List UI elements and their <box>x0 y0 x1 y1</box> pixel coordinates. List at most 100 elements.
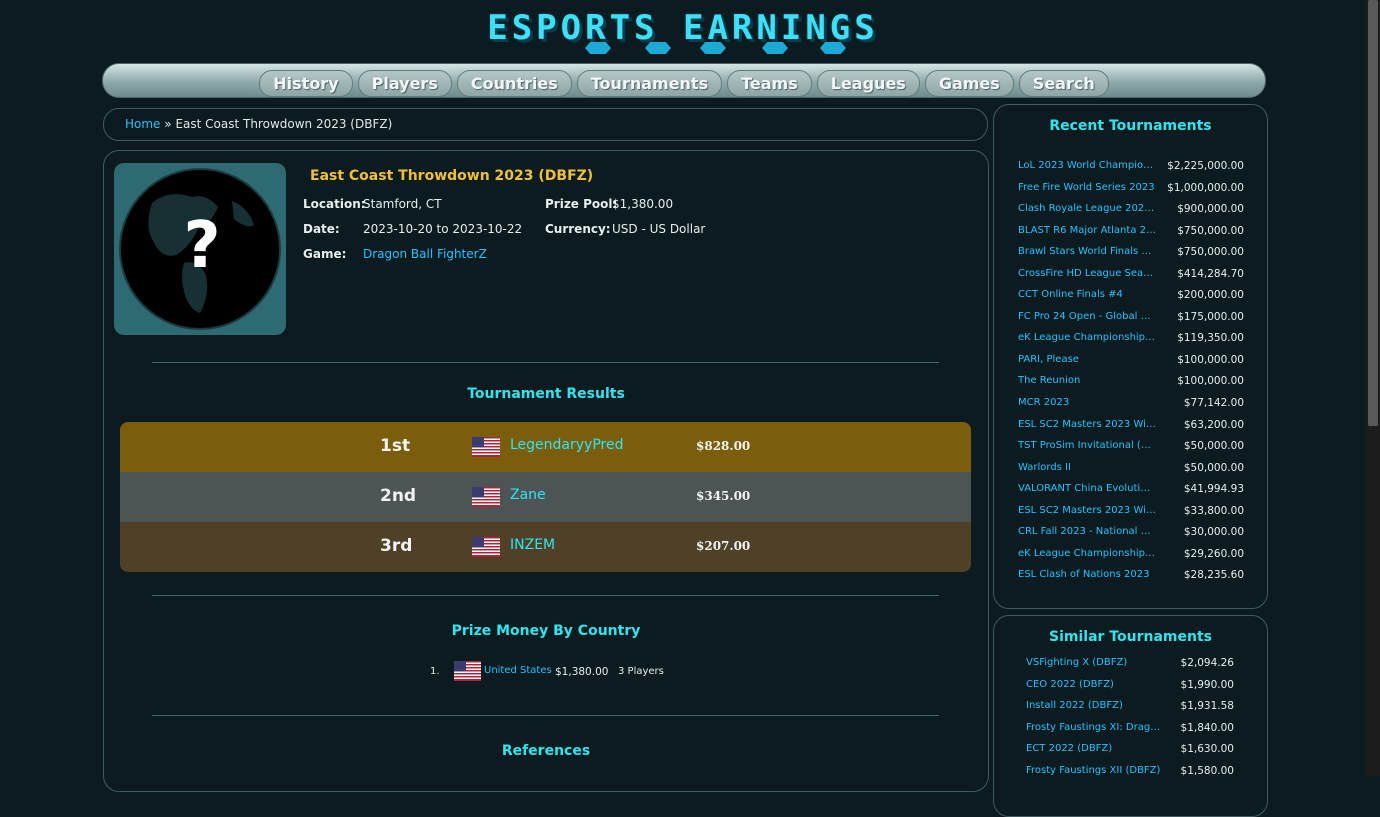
tournament-link[interactable]: VSFighting X (DBFZ) <box>1026 657 1162 668</box>
result-prize: $345.00 <box>696 489 751 503</box>
svg-text:?: ? <box>183 209 220 283</box>
nav-history-button[interactable]: History <box>259 70 353 97</box>
nav-search-button[interactable]: Search <box>1018 70 1109 97</box>
tournament-prize: $2,094.26 <box>1180 657 1234 669</box>
recent-tournament-row: VALORANT China Evolution S... $41,994.93 <box>1018 480 1244 502</box>
nav-tournaments-button[interactable]: Tournaments <box>576 70 723 97</box>
game-label: Game: <box>303 247 347 261</box>
tournament-link[interactable]: CEO 2022 (DBFZ) <box>1026 679 1162 690</box>
date-label: Date: <box>303 222 340 236</box>
nav-teams-button[interactable]: Teams <box>727 70 812 97</box>
references-title: References <box>501 743 591 759</box>
result-player-link[interactable]: Zane <box>510 487 546 503</box>
nav-players-button[interactable]: Players <box>357 70 452 97</box>
recent-tournament-row: PARI, Please $100,000.00 <box>1018 351 1244 373</box>
logo-hex-decoration <box>585 42 611 54</box>
tournament-link[interactable]: Frosty Faustings XI: Dragon ... <box>1026 722 1162 733</box>
recent-tournament-row: Free Fire World Series 2023 $1,000,000.00 <box>1018 179 1244 201</box>
tournament-prize: $33,800.00 <box>1183 504 1244 517</box>
tournament-prize: $63,200.00 <box>1183 418 1244 431</box>
tournament-link[interactable]: The Reunion <box>1018 375 1156 386</box>
similar-tournament-row: ECT 2022 (DBFZ) $1,630.00 <box>1026 740 1234 762</box>
tournament-link[interactable]: BLAST R6 Major Atlanta 2023 <box>1018 225 1156 236</box>
location-value: Stamford, CT <box>363 197 442 211</box>
divider <box>152 715 939 716</box>
divider <box>152 362 939 363</box>
unknown-location-globe-icon: ? <box>114 163 286 335</box>
us-flag-icon <box>472 487 500 507</box>
tournament-link[interactable]: eK League Championship 20... <box>1018 332 1156 343</box>
recent-tournament-row: ESL Clash of Nations 2023 $28,235.60 <box>1018 566 1244 588</box>
tournament-link[interactable]: PARI, Please <box>1018 354 1156 365</box>
country-rank: 1. <box>430 666 440 677</box>
tournament-link[interactable]: LoL 2023 World Championship <box>1018 160 1156 171</box>
tournament-prize: $1,000,000.00 <box>1167 181 1244 194</box>
result-row: 3rd INZEM $207.00 <box>120 522 971 572</box>
recent-tournament-row: ESL SC2 Masters 2023 Winte... $63,200.00 <box>1018 416 1244 438</box>
tournament-link[interactable]: Install 2022 (DBFZ) <box>1026 700 1162 711</box>
tournament-prize: $750,000.00 <box>1177 246 1244 259</box>
result-place: 3rd <box>380 536 413 556</box>
tournament-prize: $200,000.00 <box>1177 289 1244 302</box>
country-link[interactable]: United States <box>484 665 552 676</box>
us-flag-icon <box>454 661 481 684</box>
prize-pool-value: $1,380.00 <box>612 197 674 211</box>
tournament-link[interactable]: CCT Online Finals #4 <box>1018 289 1156 300</box>
breadcrumb-home-link[interactable]: Home <box>125 117 160 131</box>
recent-tournament-row: CRL Fall 2023 - National Cha... $30,000.0… <box>1018 523 1244 545</box>
tournament-prize: $29,260.00 <box>1183 547 1244 560</box>
tournament-prize: $119,350.00 <box>1177 332 1244 345</box>
site-logo[interactable]: ESPORTS EARNINGS <box>0 8 1366 54</box>
main-nav: History Players Countries Tournaments Teams L… <box>102 63 1266 98</box>
tournament-link[interactable]: Clash Royale League 2023 W... <box>1018 203 1156 214</box>
similar-tournament-row: Frosty Faustings XII (DBFZ) $1,580.00 <box>1026 762 1234 784</box>
tournament-link[interactable]: ESL Clash of Nations 2023 <box>1018 569 1156 580</box>
recent-tournament-row: The Reunion $100,000.00 <box>1018 372 1244 394</box>
tournament-link[interactable]: ESL SC2 Masters 2023 Winte... <box>1018 419 1156 430</box>
tournament-link[interactable]: Free Fire World Series 2023 <box>1018 182 1156 193</box>
result-player-link[interactable]: INZEM <box>510 537 555 553</box>
tournament-prize: $100,000.00 <box>1177 353 1244 366</box>
tournament-link[interactable]: TST ProSim Invitational (MW... <box>1018 440 1156 451</box>
tournament-prize: $414,284.70 <box>1177 267 1244 280</box>
similar-tournament-row: CEO 2022 (DBFZ) $1,990.00 <box>1026 676 1234 698</box>
tournament-link[interactable]: CRL Fall 2023 - National Cha... <box>1018 526 1156 537</box>
tournament-prize: $175,000.00 <box>1177 310 1244 323</box>
nav-countries-button[interactable]: Countries <box>456 70 572 97</box>
nav-leagues-button[interactable]: Leagues <box>816 70 920 97</box>
recent-tournament-row: eK League Championship 20... $29,260.00 <box>1018 545 1244 567</box>
tournament-prize: $28,235.60 <box>1183 569 1244 582</box>
scrollbar-thumb[interactable] <box>1368 0 1378 426</box>
recent-tournament-row: Brawl Stars World Finals 2023 $750,000.00 <box>1018 243 1244 265</box>
similar-tournament-row: Frosty Faustings XI: Dragon ... $1,840.00 <box>1026 719 1234 741</box>
result-row: 2nd Zane $345.00 <box>120 472 971 522</box>
tournament-link[interactable]: eK League Championship 20... <box>1018 548 1156 559</box>
similar-tournament-row: VSFighting X (DBFZ) $2,094.26 <box>1026 654 1234 676</box>
logo-hex-decoration <box>700 42 726 54</box>
game-link[interactable]: Dragon Ball FighterZ <box>363 247 487 261</box>
tournament-link[interactable]: CrossFire HD League Season 4 <box>1018 268 1156 279</box>
nav-games-button[interactable]: Games <box>924 70 1014 97</box>
tournament-link[interactable]: ESL SC2 Masters 2023 Winte... <box>1018 505 1156 516</box>
results-table: 1st LegendaryyPred $828.00 2nd Zane $345.00 3r… <box>120 422 971 572</box>
recent-tournament-row: FC Pro 24 Open - Global Qua... $175,000.0… <box>1018 308 1244 330</box>
tournament-link[interactable]: Warlords II <box>1018 462 1156 473</box>
breadcrumb: Home » East Coast Throwdown 2023 (DBFZ) <box>103 108 988 141</box>
country-prize-title: Prize Money By Country <box>451 623 641 639</box>
tournament-link[interactable]: VALORANT China Evolution S... <box>1018 483 1156 494</box>
tournament-prize: $750,000.00 <box>1177 224 1244 237</box>
recent-tournament-row: TST ProSim Invitational (MW... $50,000.00 <box>1018 437 1244 459</box>
recent-tournaments-title: Recent Tournaments <box>1049 118 1212 134</box>
tournament-link[interactable]: Frosty Faustings XII (DBFZ) <box>1026 765 1162 776</box>
tournament-prize: $41,994.93 <box>1183 483 1244 496</box>
tournament-link[interactable]: FC Pro 24 Open - Global Qua... <box>1018 311 1156 322</box>
tournament-link[interactable]: ECT 2022 (DBFZ) <box>1026 743 1162 754</box>
tournament-link[interactable]: Brawl Stars World Finals 2023 <box>1018 246 1156 257</box>
tournament-link[interactable]: MČR 2023 <box>1018 397 1156 408</box>
tournament-prize: $1,990.00 <box>1180 678 1234 691</box>
logo-hex-decoration <box>820 42 846 54</box>
result-player-link[interactable]: LegendaryyPred <box>510 437 623 453</box>
result-prize: $207.00 <box>696 539 751 553</box>
logo-hex-decoration <box>762 42 788 54</box>
prize-pool-label: Prize Pool: <box>545 197 618 211</box>
